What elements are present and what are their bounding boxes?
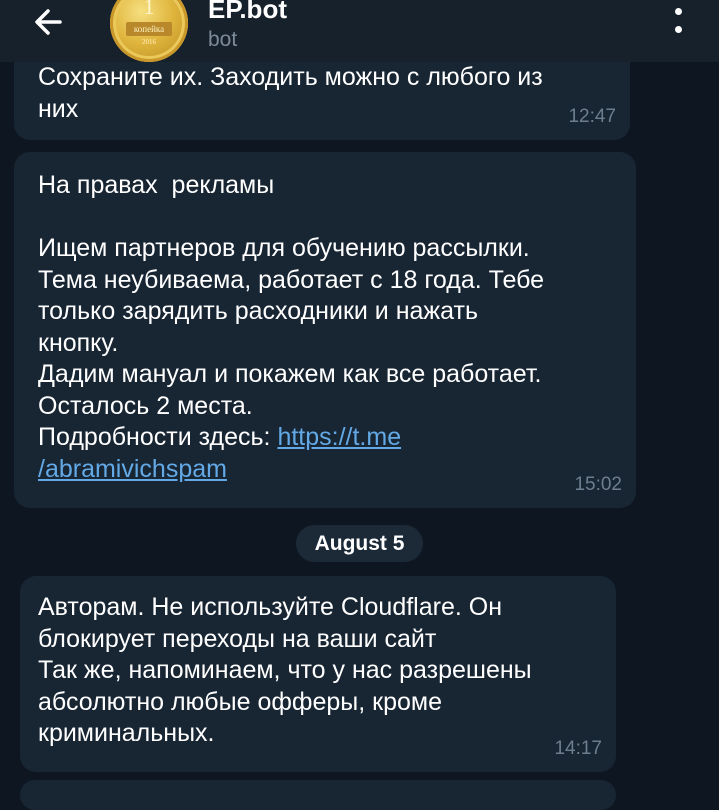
date-separator: August 5 — [296, 525, 423, 562]
message-text: Авторам. Не используйте Cloudflare. Он б… — [38, 593, 532, 747]
message-link-part2: /abramivichspam — [38, 454, 227, 483]
message-link-part1: https://t.me — [277, 423, 402, 451]
message-bubble[interactable]: Сохраните их. Заходить можно с любого из… — [14, 58, 630, 140]
avatar-coin-band: копейка — [126, 22, 172, 36]
chat-header: 1 копейка 2016 EP.bot bot — [0, 0, 719, 62]
message-time: 15:02 — [574, 473, 622, 495]
more-vertical-icon-dot — [675, 26, 682, 33]
message-text-body: На правах рекламы Ищем партнеров для обу… — [38, 171, 545, 451]
chat-title[interactable]: EP.bot — [208, 0, 287, 24]
message-text: Сохраните их. Заходить можно с любого из… — [38, 63, 543, 123]
more-vertical-icon — [675, 8, 682, 15]
message-text: На правах рекламы Ищем партнеров для обу… — [38, 170, 616, 485]
message-time: 14:17 — [554, 737, 602, 759]
message-time: 12:47 — [568, 105, 616, 127]
more-menu-button[interactable] — [667, 4, 691, 38]
message-bubble[interactable] — [20, 780, 616, 810]
back-button[interactable] — [30, 2, 70, 42]
avatar[interactable]: 1 копейка 2016 — [110, 0, 188, 62]
arrow-left-icon — [35, 9, 62, 35]
message-bubble[interactable]: На правах рекламы Ищем партнеров для обу… — [14, 152, 636, 508]
avatar-coin-number: 1 — [143, 0, 155, 19]
chat-subtitle: bot — [208, 28, 238, 51]
avatar-coin-year: 2016 — [142, 38, 156, 46]
message-bubble[interactable]: Авторам. Не используйте Cloudflare. Он б… — [20, 576, 616, 772]
